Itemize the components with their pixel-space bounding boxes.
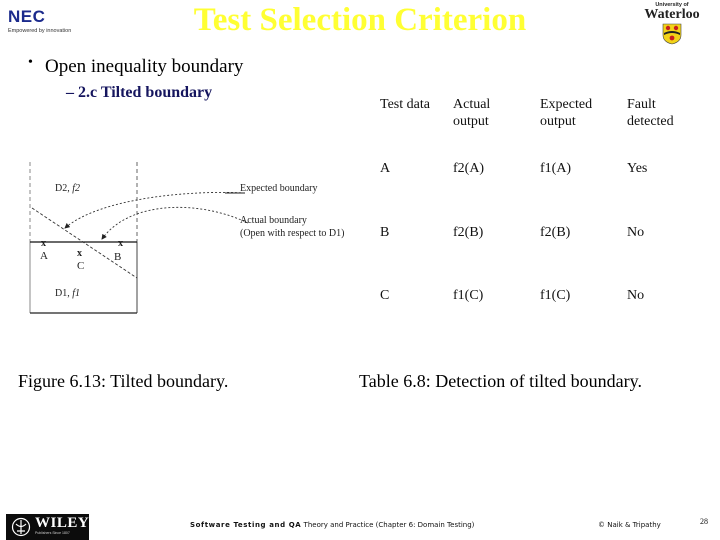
region-d2-label: D2, f2 [55, 183, 80, 194]
table-cell: No [627, 225, 645, 240]
table-header-fault-detected: Fault detected [627, 96, 674, 130]
table-caption: Table 6.8: Detection of tilted boundary. [359, 371, 642, 391]
point-b-marker: x [118, 238, 123, 249]
table-cell: B [380, 225, 390, 240]
footer-authors: © Naik & Tripathy [598, 521, 661, 529]
point-c-label: C [77, 260, 84, 272]
header-line: detected [627, 114, 674, 129]
table-header-expected-output: Expected output [540, 96, 592, 130]
figure-caption: Figure 6.13: Tilted boundary. [18, 371, 229, 391]
footer-book-title-bold: Software Testing and QA [190, 521, 302, 529]
point-c-marker: x [77, 248, 82, 259]
actual-boundary-arrow [101, 206, 249, 240]
header-line: Fault [627, 97, 656, 112]
point-a-label: A [40, 250, 48, 262]
table-cell: No [627, 288, 645, 303]
table-cell: C [380, 288, 390, 303]
wiley-wordmark: WILEY [35, 515, 90, 531]
table-cell: f1(C) [453, 288, 484, 303]
actual-boundary-label: Actual boundary [240, 215, 307, 226]
point-b-label: B [114, 251, 121, 263]
header-line: output [453, 114, 489, 129]
table-cell: f1(C) [540, 288, 571, 303]
table-header-test-data: Test data [380, 96, 430, 113]
footer-book-title-rest: Theory and Practice (Chapter 6: Domain T… [301, 521, 475, 529]
wiley-subtext: Publishers Since 1807 [35, 531, 70, 535]
actual-boundary-note: (Open with respect to D1) [240, 228, 344, 239]
expected-boundary-arrow [64, 191, 246, 229]
bullet-text: Open inequality boundary [45, 56, 244, 77]
nec-logo-name: NEC [8, 7, 46, 26]
uw-logo-big-text: Waterloo [644, 7, 700, 22]
table-header-actual-output: Actual output [453, 96, 490, 130]
region-d1-label: D1, f1 [55, 288, 80, 299]
header-line: output [540, 114, 576, 129]
uw-crest-icon [662, 23, 682, 45]
table-cell: f2(B) [453, 225, 484, 240]
wiley-emblem-icon [11, 517, 31, 537]
footer-book-title: Software Testing and QA Theory and Pract… [190, 521, 474, 529]
point-a-marker: x [41, 238, 46, 249]
page-number: 28 [700, 517, 708, 526]
bullet-marker: • [28, 55, 33, 70]
expected-boundary-label: Expected boundary [240, 183, 317, 194]
university-of-waterloo-logo: University of Waterloo [634, 2, 710, 48]
wiley-logo: WILEY Publishers Since 1807 [6, 514, 89, 540]
header-line: Expected [540, 97, 593, 112]
slide-title: Test Selection Criterion [193, 2, 527, 38]
table-cell: f2(A) [453, 161, 485, 176]
sub-bullet-text: – 2.c Tilted boundary [66, 84, 213, 101]
table-cell: A [380, 161, 391, 176]
nec-logo: NEC Empowered by innovation [8, 8, 98, 38]
table-cell: f2(B) [540, 225, 571, 240]
table-cell: f1(A) [540, 161, 572, 176]
header-line: Test data [380, 97, 430, 112]
table-cell: Yes [627, 161, 648, 176]
header-line: Actual [453, 97, 491, 112]
tilted-boundary-figure: D2, f2 D1, f1 x A x C x B Expected bound… [29, 162, 344, 314]
nec-logo-tagline: Empowered by innovation [8, 28, 72, 34]
